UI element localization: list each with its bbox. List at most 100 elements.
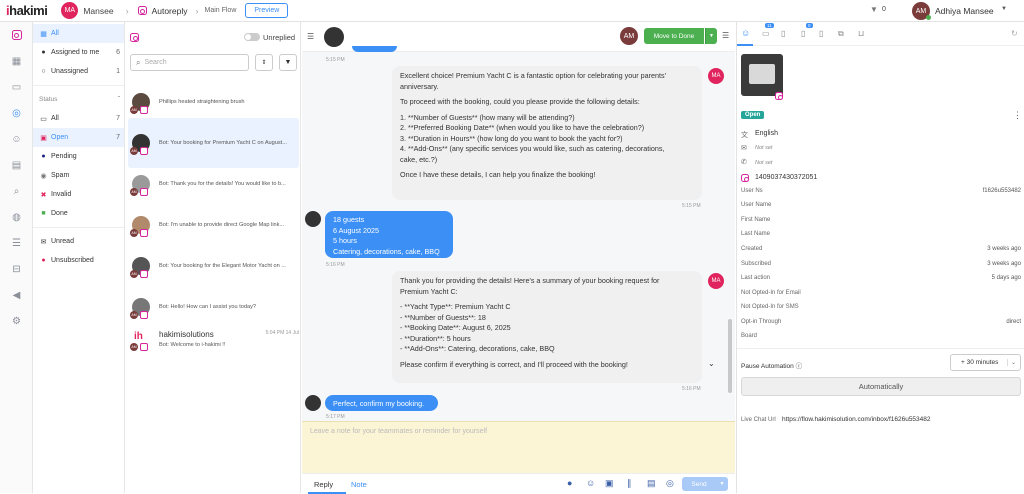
preview-button[interactable]: Preview [245,3,289,18]
profile-photo [741,54,783,96]
list-item[interactable]: ih AM hakimisolutions 5:04 PM 14 Jul Bot: … [128,323,299,373]
tab-tasks-icon[interactable]: ▯ [801,29,805,38]
tab-note[interactable]: Note [351,480,367,489]
app-logo[interactable]: ihakimi [6,3,48,18]
archive-icon[interactable]: ⊟ [0,256,33,282]
spam-icon: ◉ [40,172,47,180]
megaphone-icon[interactable]: ◀ [0,282,33,308]
tab-reply[interactable]: Reply [314,480,333,489]
online-indicator [926,15,931,20]
left-nav: ▦ ▭ ◎ ☺ ▤ ⌕ ◍ ☰ ⊟ ◀ ⚙ [0,22,33,493]
scrollbar[interactable] [728,319,732,393]
flow-name[interactable]: Autoreply [152,6,188,16]
email-value[interactable]: Not set [755,145,772,151]
instagram-id: 1409037430372051 [755,174,818,181]
bubble-stub [352,46,397,52]
profile-row: Last Name [741,231,771,237]
livechat-url[interactable]: https://flow.hakimisolution.com/inbox/f1… [782,416,931,423]
status-all[interactable]: ▭ All 7 [33,109,124,128]
scroll-down-icon[interactable]: ⌄ [708,359,715,368]
attachment-icon[interactable]: ∥ [627,478,632,489]
avatar: AM [130,134,150,155]
profile-row: Subscribed 3 weeks ago [741,261,1021,267]
user-icon: ○ [41,68,46,75]
chevron-down-icon[interactable]: ▼ [705,28,717,44]
sort-button[interactable]: ⇕ [255,54,273,71]
inbox-icon: ▭ [40,115,47,123]
filter-button[interactable]: ▼ [279,54,297,71]
search-icon[interactable]: ⌕ [0,178,33,204]
pause-duration-select[interactable]: + 30 minutes ⌄ [950,354,1021,371]
user-icon: ● [41,49,46,56]
bookmark-icon[interactable]: ▯ [819,29,823,38]
user-avatar[interactable]: MA [61,2,79,19]
timestamp: 5:15 PM [682,203,701,209]
emoji-icon[interactable]: ☺ [586,478,595,488]
chevron-down-icon[interactable]: ▼ [716,477,728,491]
chevron-right-icon: › [125,5,129,16]
user-name: Mansee [83,5,114,16]
filter-assigned[interactable]: ● Assigned to me 6 [33,43,124,62]
cart-icon[interactable]: ⊔ [858,29,864,38]
bot-message: Excellent choice! Premium Yacht C is a f… [392,66,702,200]
status-pending[interactable]: ● Pending [33,147,124,166]
phone-value[interactable]: Not set [755,160,772,166]
settings-icon[interactable]: ⚙ [0,308,33,334]
image-icon[interactable]: ▣ [605,478,614,489]
instagram-icon[interactable] [0,22,33,48]
copy-icon[interactable]: ⧉ [838,29,844,39]
status-header[interactable]: Status ˆ [33,90,124,109]
filter-panel: ▦ All ● Assigned to me 6 ○ Unassigned 1 Statu… [33,22,125,493]
automatically-button[interactable]: Automatically [741,377,1021,396]
divider [737,348,1024,349]
bot-avatar: MA [708,273,724,289]
avatar: AM [130,216,150,237]
refresh-icon[interactable]: ↻ [1011,29,1018,38]
grid-icon[interactable]: ▦ [0,48,33,74]
tab-notes-icon[interactable]: ▯ [781,29,785,38]
status-invalid[interactable]: ✖ Invalid [33,185,124,204]
more-icon[interactable]: ⋮ [1013,110,1022,121]
collapse-icon[interactable]: ☰ [307,32,314,41]
filter-all[interactable]: ▦ All [33,24,124,43]
agent-name[interactable]: Adhiya Mansee [935,6,994,16]
instagram-icon [137,6,147,15]
avatar: AM [130,298,150,319]
headset-icon[interactable]: ◎ [0,100,33,126]
user-x-icon: ✖ [40,191,47,199]
chevron-down-icon[interactable]: ▼ [1001,6,1007,12]
headset-icon[interactable]: ◎ [666,478,674,489]
status-done[interactable]: ■ Done [33,204,124,223]
profile-tabs: ☺ ▭ 11 ▯ ▯ 0 ▯ ⧉ ⊔ ↻ [737,22,1024,46]
search-input[interactable]: ⌕ Search [130,54,249,71]
user-icon[interactable]: ☺ [0,126,33,152]
filter-unread[interactable]: ✉ Unread [33,232,124,251]
inbox-icon[interactable]: ▤ [0,152,33,178]
send-button[interactable]: Send [682,477,716,491]
status-spam[interactable]: ◉ Spam [33,166,124,185]
list-icon[interactable]: ☰ [0,230,33,256]
unreplied-toggle[interactable] [244,33,260,41]
unreplied-label: Unreplied [263,33,296,42]
flow-type[interactable]: Main Flow [204,7,236,14]
microphone-icon[interactable]: ● [567,478,572,488]
clock-icon: ● [41,153,46,160]
profile-row: Not Opted-In for SMS [741,304,799,310]
note-input[interactable]: Leave a note for your teammates or remin… [302,421,735,473]
chat-icon[interactable]: ▭ [0,74,33,100]
panel-toggle-icon[interactable]: ☰ [722,31,729,40]
conversation-list: Unreplied ⌕ Search ⇕ ▼ AM Phillips heated… [125,22,301,493]
globe-icon[interactable]: ◍ [0,204,33,230]
move-to-done-button[interactable]: Move to Done [644,28,704,44]
livechat-label: Live Chat Url [741,417,776,423]
status-open[interactable]: ▣ Open 7 [33,128,124,147]
tab-messages-icon[interactable]: ▭ [762,29,770,38]
avatar: AM [130,257,150,278]
filter-unsubscribed[interactable]: ● Unsubscribed [33,251,124,270]
filter-unassigned[interactable]: ○ Unassigned 1 [33,62,124,81]
template-icon[interactable]: ▤ [647,478,656,489]
profile-row: Last action 5 days ago [741,275,1021,281]
tab-profile-icon[interactable]: ☺ [741,28,750,38]
agent-avatar[interactable]: AM [620,27,638,45]
bell-icon[interactable]: ▼ [870,5,878,14]
